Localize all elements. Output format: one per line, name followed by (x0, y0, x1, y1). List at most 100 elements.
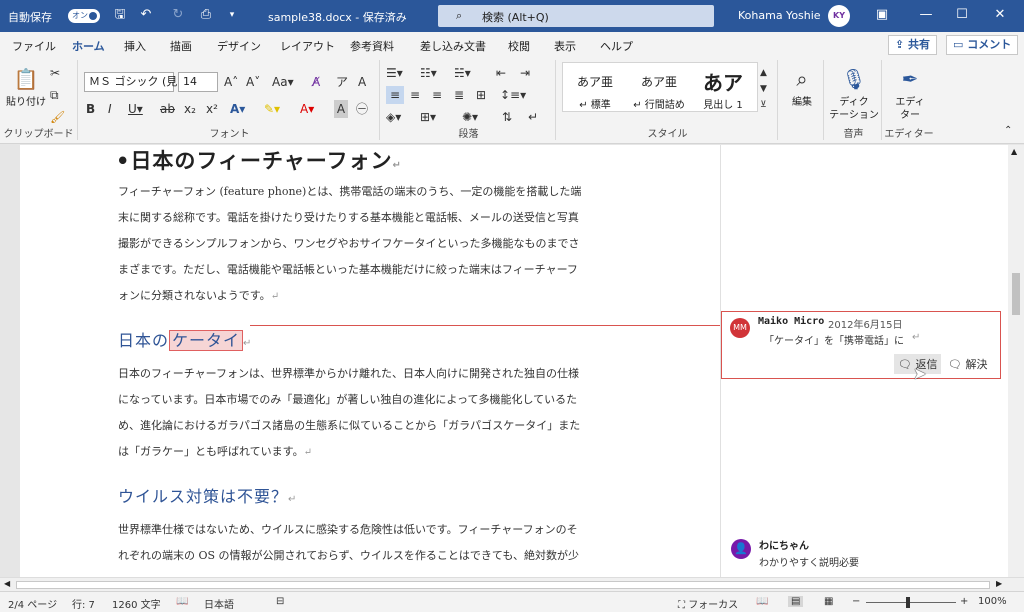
scroll-up-icon[interactable]: ▲ (1011, 147, 1017, 156)
customize-icon[interactable]: ⎙ (198, 7, 214, 23)
zoom-level[interactable]: 100% (978, 596, 1007, 607)
accessibility-icon[interactable]: ⊟ (276, 596, 284, 607)
tab-file[interactable]: ファイル (12, 38, 56, 54)
subscript-icon[interactable]: x₂ (184, 100, 196, 118)
copy-icon[interactable]: ⧉ (50, 86, 59, 104)
show-marks-icon[interactable]: ↵ (528, 108, 538, 126)
heading-2-virus[interactable]: ウイルス対策は不要？↵ (118, 483, 297, 507)
focus-button[interactable]: ⛶ フォーカス (678, 596, 738, 611)
line-spacing-icon[interactable]: ↕≡▾ (500, 86, 526, 104)
cut-icon[interactable]: ✂ (50, 64, 60, 82)
collapse-ribbon-icon[interactable]: ⌃ (1004, 122, 1012, 140)
page-count[interactable]: 2/4 ページ (8, 596, 57, 611)
proofing-icon[interactable]: 📖 (176, 596, 188, 607)
shading-icon[interactable]: ◈▾ (386, 108, 401, 126)
close-button[interactable]: ✕ (990, 5, 1010, 25)
clear-formatting-icon[interactable]: A̸ (312, 73, 320, 91)
increase-indent-icon[interactable]: ⇥ (520, 64, 530, 82)
paragraph-2[interactable]: 日本のフィーチャーフォンは、世界標準からかけ離れた、日本人向けに開発された独自の… (118, 361, 618, 466)
borders-icon[interactable]: ⊞▾ (420, 108, 436, 126)
font-color-icon[interactable]: A▾ (300, 100, 314, 118)
read-mode-icon[interactable]: 📖 (756, 596, 768, 607)
styles-more-icon[interactable]: ⊻ (760, 96, 767, 114)
style-normal[interactable]: あア亜 ↵ 標準 (563, 63, 627, 111)
sort-icon[interactable]: ⇅ (502, 108, 512, 126)
tab-home[interactable]: ホーム (72, 38, 105, 59)
editor-button[interactable]: ✒ エディ ター (888, 66, 932, 122)
character-shading-icon[interactable]: A (334, 100, 348, 118)
dictate-button[interactable]: 🎙 ディク テーション (828, 66, 880, 122)
highlight-icon[interactable]: ✎▾ (264, 100, 280, 118)
scroll-left-icon[interactable]: ◀ (4, 579, 10, 588)
undo-icon[interactable]: ↶ (138, 7, 154, 23)
document-page[interactable]: •日本のフィーチャーフォン↵ フィーチャーフォン (feature phone)… (20, 145, 720, 577)
numbering-icon[interactable]: ☷▾ (420, 64, 437, 82)
horizontal-scrollbar[interactable]: ◀ ▶ (0, 577, 1024, 591)
distributed-icon[interactable]: ⊞ (476, 86, 486, 104)
enclose-characters-icon[interactable]: ㊀ (356, 100, 368, 118)
save-icon[interactable]: 🖫 (112, 7, 128, 23)
align-center-icon[interactable]: ≡ (410, 86, 420, 104)
redo-icon[interactable]: ↻ (170, 7, 186, 23)
tab-view[interactable]: 表示 (554, 38, 576, 54)
shrink-font-icon[interactable]: A˅ (246, 73, 260, 91)
horizontal-scroll-thumb[interactable] (16, 581, 990, 589)
web-layout-icon[interactable]: ▦ (824, 596, 833, 607)
zoom-in-icon[interactable]: + (960, 596, 968, 607)
phonetic-guide-icon[interactable]: ア (336, 73, 348, 91)
multilevel-list-icon[interactable]: ☵▾ (454, 64, 471, 82)
comments-button[interactable]: ▭ コメント (946, 35, 1019, 55)
share-button[interactable]: ⇪ 共有 (888, 35, 938, 55)
ribbon-display-icon[interactable]: ▣ (872, 5, 892, 25)
print-layout-icon[interactable]: ▤ (788, 596, 804, 607)
text-effects-icon[interactable]: A▾ (230, 100, 245, 118)
scroll-right-icon[interactable]: ▶ (996, 579, 1002, 588)
asian-layout-icon[interactable]: ✺▾ (462, 108, 478, 126)
zoom-out-icon[interactable]: − (852, 596, 860, 607)
zoom-slider-thumb[interactable] (906, 597, 910, 608)
tab-design[interactable]: デザイン (217, 38, 261, 54)
tab-layout[interactable]: レイアウト (280, 38, 335, 54)
tab-references[interactable]: 参考資料 (350, 38, 394, 54)
tab-review[interactable]: 校閲 (508, 38, 530, 54)
restore-button[interactable]: ☐ (952, 5, 972, 25)
bold-icon[interactable]: B (86, 100, 95, 118)
editing-button[interactable]: ⌕ 編集 (784, 66, 820, 109)
italic-icon[interactable]: I (108, 100, 112, 118)
heading-2-keitai[interactable]: 日本の ケータイ ↵ (118, 327, 252, 351)
style-heading-1[interactable]: あア 見出し 1 (691, 63, 755, 111)
bullets-icon[interactable]: ☰▾ (386, 64, 403, 82)
user-name[interactable]: Kohama Yoshie (738, 9, 821, 22)
align-left-icon[interactable]: ≡ (386, 86, 404, 104)
autosave-toggle[interactable]: オン (68, 9, 100, 23)
vertical-scroll-thumb[interactable] (1012, 273, 1020, 315)
superscript-icon[interactable]: x² (206, 100, 218, 118)
font-size-select[interactable]: 14 (178, 72, 218, 92)
decrease-indent-icon[interactable]: ⇤ (496, 64, 506, 82)
grow-font-icon[interactable]: A˄ (224, 73, 238, 91)
resolve-button[interactable]: 🗨 解決 (948, 356, 987, 372)
minimize-button[interactable]: — (916, 5, 936, 25)
vertical-scrollbar[interactable]: ▲ (1008, 145, 1024, 577)
paste-button[interactable]: 📋 貼り付け (6, 66, 46, 109)
paragraph-1[interactable]: フィーチャーフォン (feature phone)とは、携帯電話の端末のうち、一… (118, 179, 618, 310)
line-number[interactable]: 行: 7 (72, 596, 95, 611)
strikethrough-icon[interactable]: ab (160, 100, 175, 118)
word-count[interactable]: 1260 文字 (112, 596, 161, 611)
tab-help[interactable]: ヘルプ (600, 38, 633, 54)
font-name-select[interactable]: ＭＳ ゴシック (見出 (84, 72, 188, 92)
zoom-slider[interactable] (866, 602, 956, 603)
style-no-spacing[interactable]: あア亜 ↵ 行間詰め (627, 63, 691, 111)
comment-card-1[interactable]: MM Maiko Micro 2012年6月15日 「ケータイ」を「携帯電話」に… (721, 311, 1001, 379)
tab-mailings[interactable]: 差し込み文書 (420, 38, 486, 54)
change-case-icon[interactable]: Aa▾ (272, 73, 294, 91)
character-border-icon[interactable]: A (358, 73, 366, 91)
comment-highlight[interactable]: ケータイ (169, 330, 244, 351)
justify-icon[interactable]: ≣ (454, 86, 464, 104)
format-painter-icon[interactable]: 🖌 (50, 108, 65, 126)
search-box[interactable]: ⌕ 検索 (Alt+Q) (438, 5, 714, 27)
qat-dropdown-icon[interactable]: ▾ (224, 7, 240, 23)
language[interactable]: 日本語 (204, 596, 234, 611)
heading-1[interactable]: •日本のフィーチャーフォン↵ (116, 145, 402, 175)
align-right-icon[interactable]: ≡ (432, 86, 442, 104)
